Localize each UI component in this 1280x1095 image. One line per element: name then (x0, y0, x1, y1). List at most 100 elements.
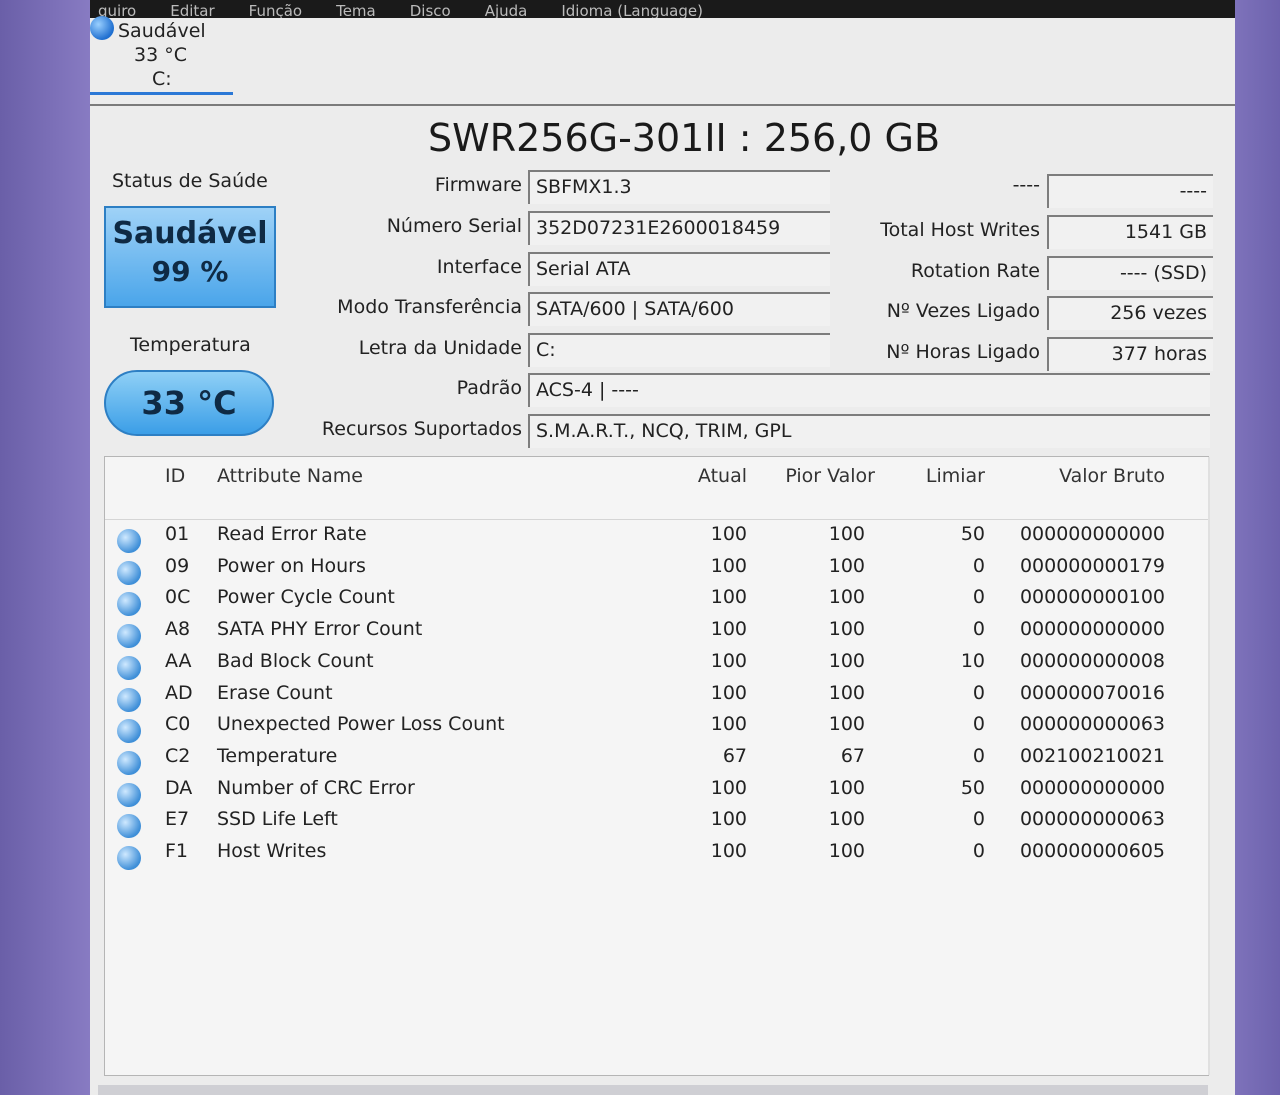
header-raw[interactable]: Valor Bruto (1015, 465, 1165, 487)
header-name[interactable]: Attribute Name (217, 465, 363, 487)
host-writes-label: Total Host Writes (880, 219, 1040, 241)
rotation-label: Rotation Rate (910, 260, 1040, 282)
power-count-field: 256 vezes (1047, 296, 1213, 330)
status-dot-icon (117, 814, 141, 839)
serial-label: Número Serial (386, 215, 522, 237)
row-id: 09 (165, 554, 190, 577)
row-id: AA (165, 649, 192, 672)
header-limiar[interactable]: Limiar (925, 465, 985, 487)
health-status-text: Saudável (112, 216, 268, 251)
header-atual[interactable]: Atual (687, 465, 747, 487)
row-limiar: 0 (972, 713, 985, 736)
status-dot-icon (117, 846, 141, 870)
row-atual: 100 (710, 649, 747, 672)
power-hours-label: Nº Horas Ligado (886, 341, 1040, 363)
row-pior: 100 (828, 554, 865, 577)
row-limiar: 10 (960, 649, 985, 672)
status-dot-icon (117, 750, 141, 775)
table-row[interactable]: 0C Power Cycle Count 100 100 0 000000000100 (105, 586, 1205, 618)
row-raw: 000000000000 (1019, 618, 1165, 641)
main-window: Saudável 33 °C C: SWR256G-301II : 256,0 … (90, 16, 1235, 1095)
row-limiar: 50 (960, 776, 985, 799)
smart-attributes-table[interactable]: ID Attribute Name Atual Pior Valor Limia… (104, 456, 1210, 1076)
host-writes-field: 1541 GB (1047, 215, 1213, 249)
health-status-button[interactable]: Saudável 99 % (104, 206, 276, 308)
row-id: F1 (165, 840, 189, 862)
table-header: ID Attribute Name Atual Pior Valor Limia… (105, 465, 1205, 497)
table-row[interactable]: C0 Unexpected Power Loss Count 100 100 0 0000… (105, 713, 1205, 745)
row-atual: 100 (710, 808, 747, 831)
table-row[interactable]: E7 SSD Life Left 100 100 0 000000000063 (105, 808, 1205, 840)
row-pior: 100 (828, 523, 865, 545)
table-row[interactable]: C2 Temperature 67 67 0 002100210021 (105, 745, 1205, 777)
menu-disk[interactable]: Disco (410, 4, 451, 19)
drive-tab-c[interactable]: Saudável 33 °C C: (90, 16, 233, 95)
row-raw: 000000000179 (1019, 554, 1165, 577)
row-limiar: 0 (972, 808, 985, 831)
row-id: E7 (165, 808, 190, 831)
firmware-label: Firmware (434, 174, 522, 196)
table-row[interactable]: 09 Power on Hours 100 100 0 000000000179 (105, 555, 1205, 587)
divider (90, 104, 1235, 106)
header-pior[interactable]: Pior Valor (775, 465, 875, 487)
menu-language[interactable]: Idioma (Language) (561, 4, 703, 19)
row-atual: 67 (722, 744, 747, 767)
row-pior: 67 (840, 744, 865, 767)
temperature-label: Temperatura (130, 334, 251, 356)
standard-label: Padrão (456, 377, 522, 399)
row-id: C2 (165, 744, 191, 767)
row-name: SSD Life Left (217, 808, 338, 831)
table-row[interactable]: F1 Host Writes 100 100 0 000000000605 (105, 840, 1205, 872)
row-raw: 000000000063 (1019, 808, 1165, 831)
row-id: 0C (165, 586, 191, 609)
row-raw: 000000000100 (1019, 586, 1165, 609)
row-atual: 100 (710, 618, 747, 641)
power-hours-field: 377 horas (1047, 337, 1213, 371)
row-id: A8 (165, 618, 191, 641)
status-dot-icon (117, 624, 141, 649)
row-name: Bad Block Count (217, 649, 374, 672)
health-percent: 99 % (151, 255, 229, 288)
status-dot-icon (117, 719, 141, 744)
vertical-scrollbar[interactable] (1208, 457, 1210, 1075)
row-atual: 100 (710, 554, 747, 577)
rotation-field: ---- (SSD) (1047, 256, 1213, 290)
row-pior: 100 (828, 586, 865, 609)
interface-label: Interface (436, 256, 522, 278)
row-atual: 100 (710, 586, 747, 609)
blank-label: ---- (1012, 174, 1040, 196)
menu-edit[interactable]: Editar (170, 4, 214, 19)
table-row[interactable]: A8 SATA PHY Error Count 100 100 0 00000000000… (105, 618, 1205, 650)
menu-function[interactable]: Função (249, 4, 302, 19)
firmware-field: SBFMX1.3 (528, 170, 830, 204)
row-atual: 100 (710, 776, 747, 799)
row-name: Unexpected Power Loss Count (217, 713, 505, 736)
temperature-value[interactable]: 33 °C (104, 370, 274, 436)
drive-letter-label: Letra da Unidade (358, 337, 522, 359)
header-id[interactable]: ID (165, 465, 185, 487)
row-pior: 100 (828, 776, 865, 799)
row-pior: 100 (828, 808, 865, 831)
row-pior: 100 (828, 649, 865, 672)
table-row[interactable]: AD Erase Count 100 100 0 000000070016 (105, 682, 1205, 714)
status-dot-icon (117, 560, 141, 585)
status-strip (98, 1085, 1208, 1095)
transfer-label: Modo Transferência (337, 296, 522, 318)
health-status-label: Status de Saúde (112, 170, 268, 192)
standard-field: ACS-4 | ---- (528, 373, 1210, 407)
table-row[interactable]: DA Number of CRC Error 100 100 50 00000000000… (105, 777, 1205, 809)
menu-help[interactable]: Ajuda (485, 4, 528, 19)
row-raw: 000000000000 (1019, 776, 1165, 799)
row-id: AD (165, 681, 193, 704)
menu-theme[interactable]: Tema (336, 4, 376, 19)
row-limiar: 0 (972, 586, 985, 609)
table-row[interactable]: 01 Read Error Rate 100 100 50 000000000000 (105, 523, 1205, 555)
row-name: Read Error Rate (217, 523, 367, 545)
row-limiar: 0 (972, 554, 985, 577)
features-field: S.M.A.R.T., NCQ, TRIM, GPL (528, 414, 1210, 448)
row-name: Number of CRC Error (217, 776, 415, 799)
row-name: Erase Count (217, 681, 333, 704)
row-pior: 100 (828, 618, 865, 641)
table-row[interactable]: AA Bad Block Count 100 100 10 000000000008 (105, 650, 1205, 682)
drive-tab-status: Saudável (118, 20, 206, 42)
